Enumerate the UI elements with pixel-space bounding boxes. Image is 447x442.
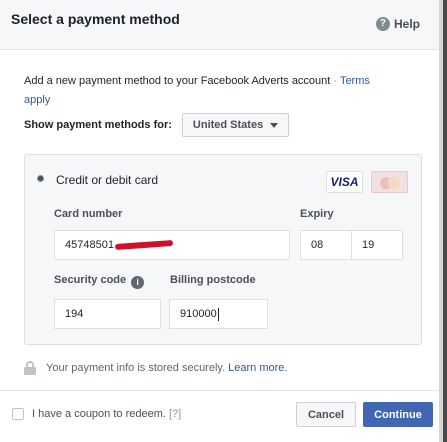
country-dropdown[interactable]: United States: [181, 113, 290, 137]
secure-note: Your payment info is stored securely. Le…: [24, 361, 287, 375]
expiry-month-input[interactable]: 08: [300, 230, 352, 260]
card-form-panel: Credit or debit card VISA Card number Ex…: [24, 154, 422, 345]
coupon-help-link[interactable]: [?]: [169, 408, 181, 420]
terms-apply-link[interactable]: apply: [24, 94, 50, 106]
window-edge: [443, 0, 447, 442]
billing-postcode-value: 910000: [180, 308, 217, 320]
credit-card-radio[interactable]: [37, 175, 44, 182]
intro-separator: ·: [330, 75, 340, 87]
card-number-label: Card number: [54, 208, 123, 220]
lock-body: [24, 367, 36, 375]
coupon-label: I have a coupon to redeem.: [32, 408, 166, 420]
cancel-button[interactable]: Cancel: [296, 402, 356, 427]
expiry-label: Expiry: [300, 208, 334, 220]
coupon-checkbox[interactable]: [12, 408, 24, 420]
security-code-label-wrap: Security code i: [54, 274, 145, 289]
mastercard-icon: [371, 171, 408, 193]
dialog-footer: I have a coupon to redeem. [?] Cancel Con…: [0, 390, 439, 442]
question-icon: ?: [375, 17, 390, 31]
billing-postcode-input[interactable]: 910000: [169, 299, 268, 329]
expiry-year-value: 19: [362, 239, 375, 251]
continue-button[interactable]: Continue: [363, 402, 433, 427]
country-selected: United States: [192, 119, 264, 131]
expiry-month-value: 08: [311, 239, 324, 251]
help-link[interactable]: ? Help: [375, 17, 420, 31]
redaction-mark: [114, 239, 174, 251]
credit-card-label[interactable]: Credit or debit card: [56, 173, 158, 187]
dialog-title: Select a payment method: [11, 11, 180, 27]
card-number-input[interactable]: 45748501: [54, 230, 290, 260]
dialog-header: Select a payment method ? Help: [0, 0, 447, 50]
visa-icon: VISA: [326, 171, 363, 193]
terms-link[interactable]: Terms: [340, 75, 370, 87]
security-code-input[interactable]: 194: [54, 299, 161, 329]
payment-method-dialog: Select a payment method ? Help Add a new…: [0, 0, 447, 442]
intro-description: Add a new payment method to your Faceboo…: [24, 75, 331, 87]
intro-text: Add a new payment method to your Faceboo…: [24, 72, 419, 110]
learn-more-link[interactable]: Learn more.: [228, 362, 287, 374]
info-icon[interactable]: i: [131, 276, 145, 289]
billing-postcode-label: Billing postcode: [170, 274, 256, 286]
payment-methods-for-row: Show payment methods for: United States: [24, 113, 290, 137]
card-number-value: 45748501: [65, 239, 114, 251]
caret-down-icon: [270, 122, 279, 128]
security-code-label: Security code: [54, 274, 127, 286]
security-code-value: 194: [65, 308, 84, 320]
expiry-year-input[interactable]: 19: [351, 230, 403, 260]
payment-methods-for-label: Show payment methods for:: [24, 119, 172, 131]
text-cursor: [217, 307, 219, 321]
secure-note-text: Your payment info is stored securely.: [46, 362, 226, 374]
lock-icon: [24, 361, 36, 375]
mastercard-circle-right: [388, 177, 400, 189]
help-label: Help: [393, 17, 420, 31]
coupon-label-wrap[interactable]: I have a coupon to redeem. [?]: [32, 408, 181, 420]
